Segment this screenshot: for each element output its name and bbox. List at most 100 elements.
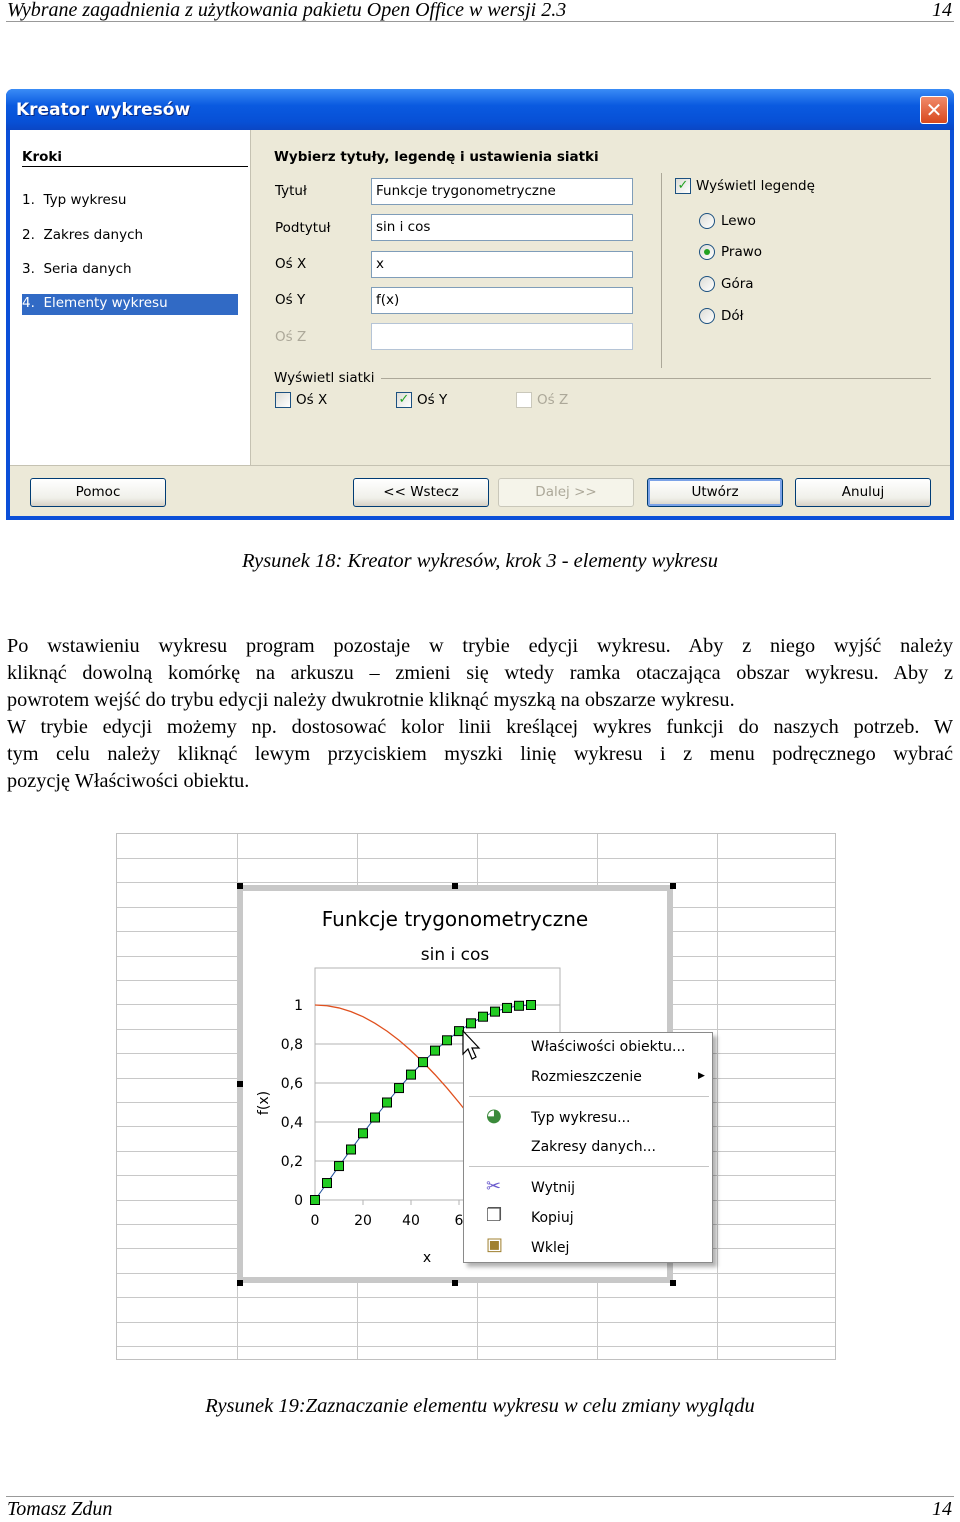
sin-data-point [418,1057,428,1068]
y-axis-title: f(x) [256,1091,272,1115]
sin-data-point [526,1000,536,1010]
grid-heading: Wyświetl siatki [274,370,375,386]
paste-icon: ▣ [486,1234,504,1255]
submenu-arrow-icon: ▶ [698,1071,705,1081]
title-input[interactable]: Funkcje trygonometryczne [371,178,633,205]
radio-icon [699,276,715,292]
radio-left[interactable]: Lewo [699,213,756,229]
sin-data-point [478,1011,488,1022]
x-axis-input[interactable]: x [371,251,633,278]
running-header-title: Wybrane zagadnienia z użytkowania pakiet… [7,0,567,21]
radio-selected-icon [699,244,715,260]
menu-separator [469,1166,709,1167]
menu-separator [469,1096,709,1097]
body-line: kliknąć dowolną komórkę na arkuszu – zmi… [7,662,953,684]
resize-handle[interactable] [670,1280,676,1286]
radio-bottom[interactable]: Dół [699,308,744,324]
resize-handle[interactable] [670,883,676,889]
chart-wizard-dialog: Kreator wykresów ✕ Kroki 1. Typ wykresu … [6,89,954,520]
z-axis-label: Oś Z [275,329,307,345]
sin-data-point [514,1000,524,1011]
chart-title: Funkcje trygonometryczne [322,907,588,931]
y-axis-label: Oś Y [275,292,306,308]
grid-y-checkbox[interactable]: ✓ Oś Y [396,392,447,408]
resize-handle[interactable] [237,1280,243,1286]
footer-rule [6,1496,954,1497]
close-button[interactable]: ✕ [920,96,948,124]
radio-bottom-label: Dół [721,308,744,324]
show-legend-checkbox[interactable]: ✓ Wyświetl legendę [675,178,815,194]
button-bar: Pomoc << Wstecz Dalej >> Utwórz Anuluj [10,465,950,516]
radio-left-label: Lewo [721,213,756,229]
resize-handle[interactable] [452,1280,458,1286]
figure-18-caption: Rysunek 18: Kreator wykresów, krok 3 - e… [241,550,719,572]
step-1[interactable]: 1. Typ wykresu [22,192,126,208]
grid-y-label: Oś Y [417,392,448,408]
checkbox-icon [516,392,532,408]
body-text: Po wstawieniu wykresu program pozostaje … [7,633,953,795]
checkmark-icon: ✓ [675,178,691,194]
menu-item-paste[interactable]: Wklej [531,1240,569,1256]
menu-item-copy[interactable]: Kopiuj [531,1210,574,1226]
body-line: tym celu należy kliknąć lewym przyciskie… [7,743,953,765]
grid-row-line [117,1322,835,1323]
grid-x-checkbox[interactable]: Oś X [275,392,327,408]
cancel-button[interactable]: Anuluj [795,478,931,507]
sin-data-point [394,1083,404,1094]
sin-data-point [358,1128,368,1139]
y-tick-label: 0,2 [281,1154,303,1170]
x-axis-label: Oś X [275,256,307,272]
create-button[interactable]: Utwórz [647,478,783,507]
y-tick-label: 0,4 [281,1115,303,1131]
subtitle-label: Podtytuł [275,220,331,236]
menu-item-data-ranges[interactable]: Zakresy danych... [531,1139,656,1155]
sin-data-point [442,1035,452,1046]
back-button[interactable]: << Wstecz [353,478,489,507]
y-tick-label: 1 [294,998,303,1014]
resize-handle[interactable] [237,883,243,889]
menu-item-cut[interactable]: Wytnij [531,1180,575,1196]
sin-data-point [334,1161,344,1172]
subtitle-input[interactable]: sin i cos [371,214,633,241]
header-rule [6,21,954,22]
y-axis-input[interactable]: f(x) [371,287,633,314]
help-button[interactable]: Pomoc [30,478,166,507]
chart-type-icon: ◕ [486,1105,502,1126]
copy-icon: ❐ [486,1205,503,1226]
grid-column-line [717,834,718,1359]
step-4-active[interactable]: 4. Elementy wykresu [22,294,238,315]
radio-icon [699,213,715,229]
menu-item-object-properties[interactable]: Właściwości obiektu... [531,1039,685,1055]
mouse-cursor-icon [462,1030,481,1060]
y-tick-label: 0 [294,1193,303,1209]
sin-data-point [310,1195,320,1205]
radio-right[interactable]: Prawo [699,244,762,260]
body-line: powrotem wejść do trybu edycji należy dw… [7,689,735,711]
y-tick-label: 0,8 [281,1037,303,1053]
menu-item-arrange[interactable]: Rozmieszczenie [531,1069,642,1085]
step-3[interactable]: 3. Seria danych [22,261,132,277]
radio-icon [699,308,715,324]
checkmark-icon: ✓ [396,392,412,408]
scissors-icon: ✂ [486,1176,502,1197]
sin-data-point [346,1144,356,1155]
context-menu: Właściwości obiektu... Rozmieszczenie ▶ … [463,1032,713,1263]
running-header-page: 14 [932,0,952,21]
y-tick-label: 0,6 [281,1076,303,1092]
grid-row-line [117,1346,835,1347]
next-button: Dalej >> [498,478,634,507]
settings-panel: Wybierz tytuły, legendę i ustawienia sia… [250,130,950,465]
checkbox-icon [275,392,291,408]
body-line: Po wstawieniu wykresu program pozostaje … [7,635,953,657]
resize-handle[interactable] [452,883,458,889]
grid-separator [381,378,931,379]
body-line: W trybie edycji możemy np. dostosować ko… [7,716,953,738]
resize-handle[interactable] [237,1081,243,1087]
figure-19-caption: Rysunek 19:Zaznaczanie elementu wykresu … [205,1395,755,1417]
title-label: Tytuł [275,183,307,199]
panel-heading: Wybierz tytuły, legendę i ustawienia sia… [274,149,599,165]
radio-top[interactable]: Góra [699,276,754,292]
step-2[interactable]: 2. Zakres danych [22,227,143,243]
menu-item-chart-type[interactable]: Typ wykresu... [531,1110,630,1126]
steps-heading: Kroki [22,149,248,167]
